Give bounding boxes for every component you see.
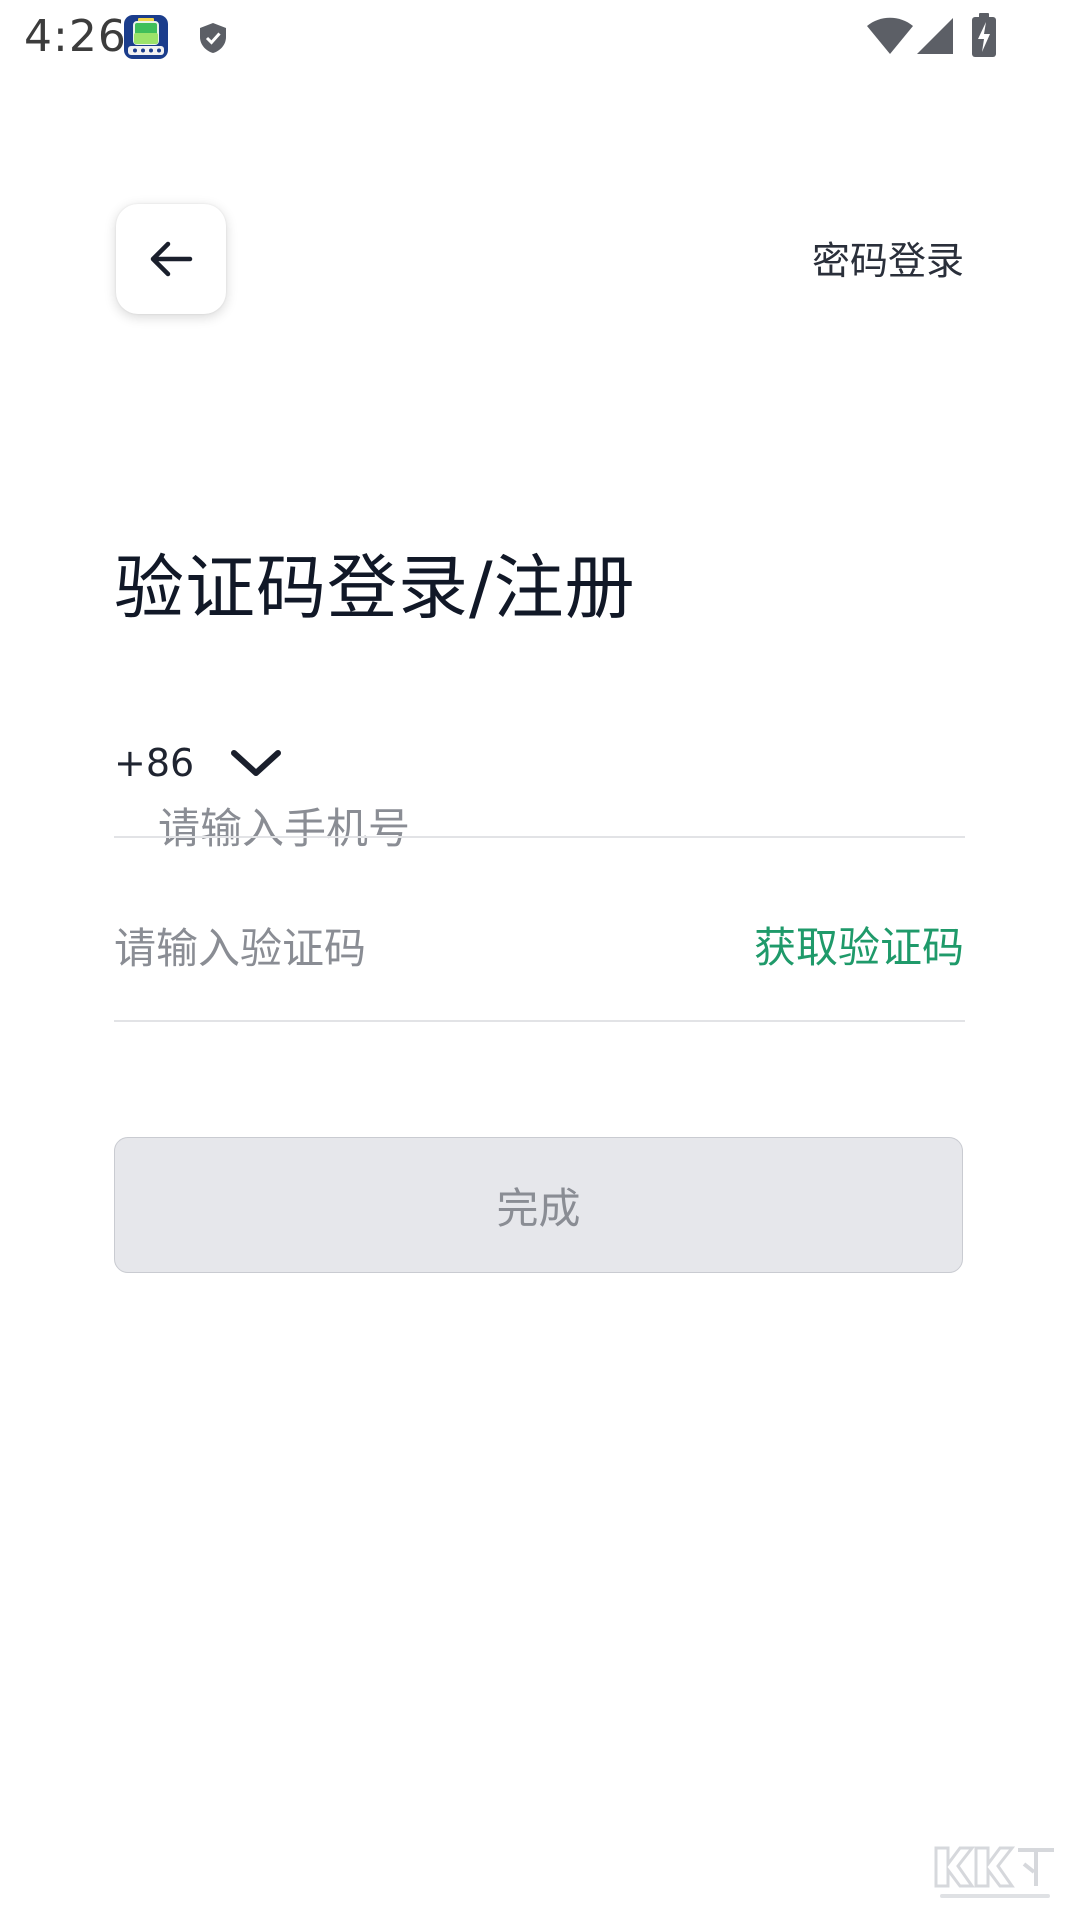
country-code-selector[interactable]: +86 [114,733,282,793]
submit-button[interactable]: 完成 [114,1137,963,1273]
shield-icon [200,23,226,53]
divider [114,836,965,838]
watermark-logo [934,1846,1054,1898]
battery-charging-icon [972,13,996,57]
page-title: 验证码登录/注册 [114,547,636,629]
signal-icon [917,18,953,54]
phone-input[interactable] [158,798,958,858]
verification-code-input[interactable] [114,916,674,980]
status-bar: 4:26 [0,0,1080,74]
wifi-icon [867,17,913,54]
chevron-down-icon [231,750,282,776]
back-button[interactable] [116,204,226,314]
get-code-button[interactable]: 获取验证码 [754,916,964,980]
app-icon [124,15,168,59]
arrow-left-icon [150,241,193,277]
password-login-link[interactable]: 密码登录 [812,233,964,289]
status-time: 4:26 [24,11,127,62]
divider [114,1020,965,1022]
country-code-value: +86 [114,741,195,785]
